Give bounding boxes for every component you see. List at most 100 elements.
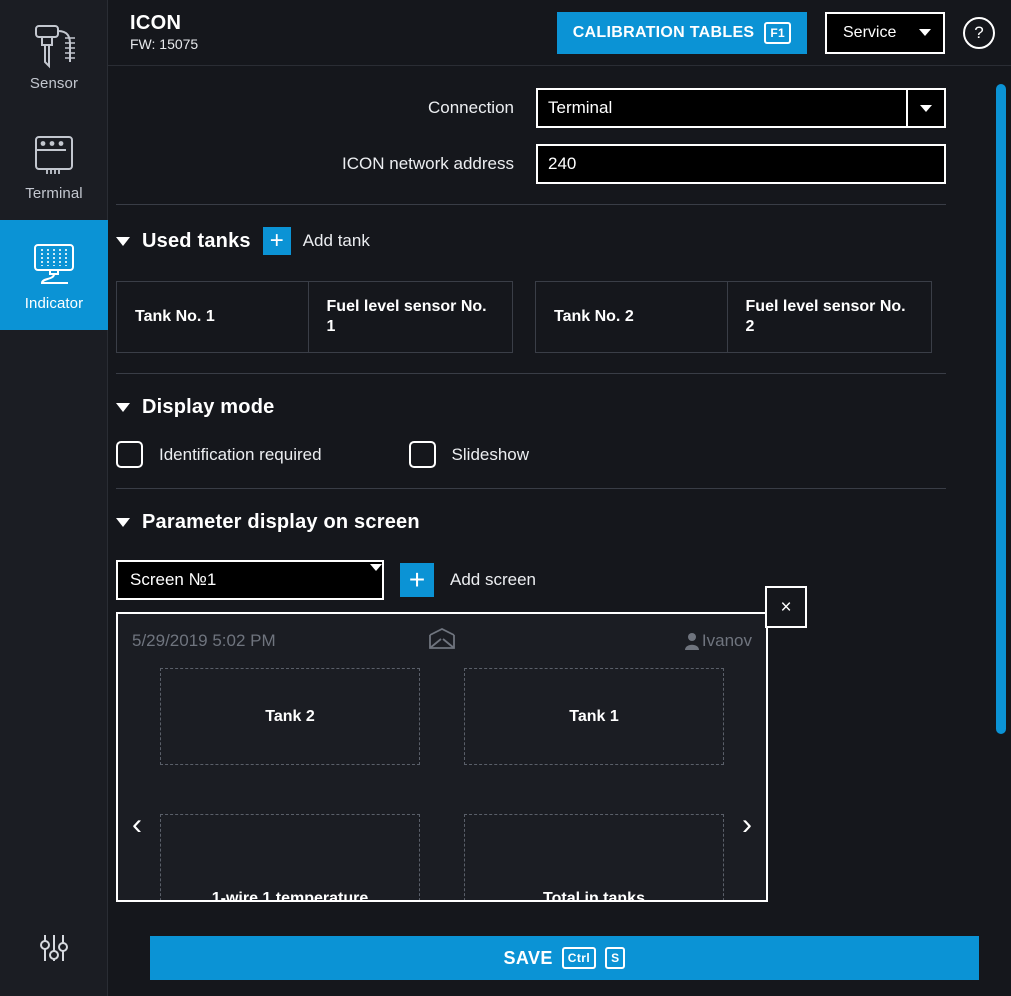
sliders-settings-icon: [40, 935, 68, 961]
preview-tile[interactable]: 1-wire 1 temperature: [160, 814, 420, 900]
help-icon: ?: [974, 23, 984, 42]
used-tanks-header: Used tanks + Add tank: [116, 227, 946, 255]
top-bar: ICON FW: 15075 CALIBRATION TABLES F1 Ser…: [108, 0, 1011, 66]
footer-bar: SAVE Ctrl S: [108, 934, 1011, 996]
plus-icon: +: [408, 564, 426, 595]
chevron-down-icon: [919, 29, 931, 36]
checkbox-label: Slideshow: [451, 444, 530, 464]
chevron-down-icon: [920, 104, 932, 112]
add-tank-button[interactable]: +: [262, 227, 291, 255]
tank-card[interactable]: Tank No. 1 Fuel level sensor No. 1: [116, 281, 513, 353]
calibration-shortcut-key: F1: [764, 21, 791, 44]
scroll-content: Connection ICON network address: [108, 66, 993, 934]
screen-dropdown-arrow[interactable]: [370, 564, 382, 589]
parameter-display-section: Parameter display on screen Screen №1 +: [108, 511, 993, 902]
sidebar-item-sensor[interactable]: Sensor: [0, 0, 108, 110]
calibration-tables-button[interactable]: CALIBRATION TABLES F1: [556, 11, 807, 54]
divider: [116, 488, 946, 489]
connection-row: Connection: [108, 88, 993, 128]
save-shortcut-ctrl: Ctrl: [561, 947, 597, 969]
save-shortcut-s: S: [605, 947, 626, 969]
help-button[interactable]: ?: [963, 16, 995, 49]
collapse-triangle-icon[interactable]: [116, 236, 130, 246]
divider: [116, 204, 946, 205]
person-icon: [684, 633, 699, 650]
firmware-version: FW: 15075: [130, 35, 199, 52]
add-tank-label[interactable]: Add tank: [303, 231, 370, 251]
preview-tile-row: Tank 2 Tank 1: [160, 668, 724, 765]
connection-label: Connection: [427, 98, 514, 117]
display-mode-section: Display mode Identification required Sli…: [108, 396, 993, 468]
checkbox-identification-required[interactable]: Identification required: [116, 441, 322, 468]
indicator-display-icon: [34, 243, 74, 284]
sidebar-item-indicator[interactable]: Indicator: [0, 220, 108, 330]
network-address-field[interactable]: [536, 144, 946, 184]
service-dropdown[interactable]: Service: [825, 11, 945, 54]
tank-sensor: Fuel level sensor No. 1: [307, 282, 512, 352]
tank-sensor: Fuel level sensor No. 2: [726, 282, 931, 352]
scrollbar-thumb[interactable]: [996, 84, 1006, 734]
plus-icon: +: [269, 227, 284, 254]
sidebar: Sensor Terminal Indicator: [0, 0, 108, 996]
preview-tile[interactable]: Tank 2: [160, 668, 420, 765]
application-window: Sensor Terminal Indicator ICON FW: 15075…: [0, 0, 1011, 996]
sidebar-item-label: Terminal: [25, 184, 83, 202]
calibration-tables-label: CALIBRATION TABLES: [572, 23, 755, 41]
preview-tile-row: 1-wire 1 temperature Total in tanks: [160, 814, 724, 900]
preview-tile[interactable]: Total in tanks: [464, 814, 724, 900]
title-block: ICON FW: 15075: [130, 12, 198, 53]
checkbox-box[interactable]: [116, 441, 143, 468]
preview-tile-grid: Tank 2 Tank 1 1-wire 1 temperature Total…: [118, 668, 766, 900]
used-tanks-title: Used tanks: [142, 229, 251, 252]
divider: [116, 373, 946, 374]
collapse-triangle-icon[interactable]: [116, 518, 130, 527]
display-mode-title: Display mode: [142, 396, 275, 418]
page-title: ICON: [130, 11, 182, 34]
preview-prev-arrow[interactable]: ‹: [132, 810, 142, 840]
display-mode-header: Display mode: [116, 396, 946, 419]
preview-next-arrow[interactable]: ›: [742, 810, 752, 840]
tank-name: Tank No. 2: [554, 308, 634, 325]
tank-card[interactable]: Tank No. 2 Fuel level sensor No. 2: [535, 281, 932, 353]
preview-datetime: 5/29/2019 5:02 PM: [132, 631, 276, 650]
add-screen-label[interactable]: Add screen: [450, 570, 536, 590]
save-label: SAVE: [503, 947, 553, 968]
parameter-display-header: Parameter display on screen: [116, 511, 946, 534]
network-address-row: ICON network address: [108, 144, 993, 184]
used-tanks-section: Used tanks + Add tank Tank No. 1 Fuel le…: [108, 227, 993, 353]
save-button[interactable]: SAVE Ctrl S: [150, 936, 979, 980]
checkbox-slideshow[interactable]: Slideshow: [408, 441, 530, 468]
terminal-device-icon: [35, 135, 73, 174]
main-area: ICON FW: 15075 CALIBRATION TABLES F1 Ser…: [108, 0, 1011, 996]
tank-list: Tank No. 1 Fuel level sensor No. 1 Tank …: [116, 281, 946, 353]
screen-select[interactable]: Screen №1: [116, 560, 384, 600]
screen-preview[interactable]: 5/29/2019 5:02 PM Ivanov Tank 2 Tank 1 1…: [116, 612, 768, 902]
display-mode-options: Identification required Slideshow: [116, 441, 946, 468]
envelope-icon: [427, 627, 457, 656]
connection-select[interactable]: [536, 88, 946, 128]
network-address-input[interactable]: [538, 146, 944, 182]
fuel-probe-icon: [35, 24, 75, 68]
content-region: Connection ICON network address: [108, 66, 1011, 934]
network-address-label: ICON network address: [342, 154, 514, 173]
vertical-scrollbar[interactable]: [995, 66, 1007, 934]
preview-user: Ivanov: [684, 631, 752, 651]
service-label: Service: [843, 23, 897, 41]
preview-status-bar: 5/29/2019 5:02 PM Ivanov: [118, 614, 766, 668]
preview-tile[interactable]: Tank 1: [464, 668, 724, 765]
sidebar-settings-button[interactable]: [0, 900, 108, 996]
collapse-triangle-icon[interactable]: [116, 403, 130, 412]
screen-selector-row: Screen №1 + Add screen: [116, 560, 946, 600]
screen-preview-wrapper: × 5/29/2019 5:02 PM Ivanov Tank 2 Tank 1…: [116, 586, 807, 902]
add-screen-button[interactable]: +: [400, 563, 434, 597]
tank-name: Tank No. 1: [135, 308, 215, 325]
connection-input[interactable]: [538, 90, 906, 126]
checkbox-box[interactable]: [408, 441, 436, 468]
close-screen-button[interactable]: ×: [765, 586, 807, 628]
checkbox-label: Identification required: [159, 444, 322, 464]
preview-user-name: Ivanov: [701, 631, 752, 650]
connection-dropdown-arrow[interactable]: [906, 90, 944, 126]
screen-select-value: Screen №1: [130, 570, 217, 589]
sidebar-item-terminal[interactable]: Terminal: [0, 110, 108, 220]
